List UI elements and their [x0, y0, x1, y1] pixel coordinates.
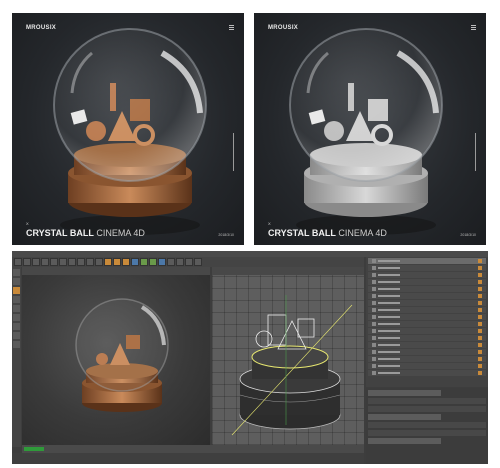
camera-icon[interactable]: [185, 258, 193, 266]
select-tool-icon[interactable]: [32, 258, 40, 266]
render-view-icon[interactable]: [104, 258, 112, 266]
texture-mode-icon[interactable]: [13, 287, 20, 294]
x-mark: X: [26, 221, 29, 226]
object-row[interactable]: [368, 286, 486, 292]
x-mark: X: [268, 221, 271, 226]
crystal-ball-clay-illustration: [289, 28, 443, 235]
title-bold: CRYSTAL BALL: [268, 228, 336, 238]
polygons-mode-icon[interactable]: [13, 314, 20, 321]
axis-mode-icon[interactable]: [13, 323, 20, 330]
move-tool-icon[interactable]: [41, 258, 49, 266]
object-manager: [366, 257, 488, 387]
z-axis-icon[interactable]: [86, 258, 94, 266]
object-row[interactable]: [368, 363, 486, 369]
title-light: CINEMA 4D: [338, 228, 387, 238]
light-icon[interactable]: [194, 258, 202, 266]
wireframe-scene: [231, 295, 353, 436]
attribute-field[interactable]: [368, 414, 442, 420]
workplane-icon[interactable]: [13, 341, 20, 348]
poster-date: 2018/3/10: [460, 233, 476, 237]
edges-mode-icon[interactable]: [13, 305, 20, 312]
make-editable-icon[interactable]: [13, 269, 20, 276]
timeline-progress: [24, 447, 44, 451]
crystal-ball-illustration: [53, 28, 207, 235]
attribute-manager: [366, 388, 488, 464]
object-row[interactable]: [368, 300, 486, 306]
object-row[interactable]: [368, 279, 486, 285]
subdivision-icon[interactable]: [149, 258, 157, 266]
object-row[interactable]: [368, 265, 486, 271]
poster-title: CRYSTAL BALL CINEMA 4D: [26, 228, 145, 238]
object-row[interactable]: [368, 258, 486, 264]
x-axis-icon[interactable]: [68, 258, 76, 266]
world-coord-icon[interactable]: [95, 258, 103, 266]
divider-line: [475, 133, 476, 171]
model-mode-icon[interactable]: [13, 278, 20, 285]
object-row[interactable]: [368, 307, 486, 313]
deformer-icon[interactable]: [167, 258, 175, 266]
undo-icon[interactable]: [14, 258, 22, 266]
viewport-copper-render: [75, 298, 169, 412]
pen-icon[interactable]: [140, 258, 148, 266]
attribute-field[interactable]: [368, 430, 486, 436]
poster-render-clay: MROUSIX X CRYSTAL BALL CINEMA 4D 2018/3/…: [254, 13, 486, 245]
transport-controls: [12, 453, 364, 464]
object-row[interactable]: [368, 335, 486, 341]
timeline[interactable]: [22, 445, 364, 453]
object-row[interactable]: [368, 370, 486, 376]
attribute-field[interactable]: [368, 398, 486, 404]
attribute-field[interactable]: [368, 422, 486, 428]
attribute-tab-row[interactable]: [368, 390, 442, 396]
attribute-field[interactable]: [368, 438, 442, 444]
viewport-render-header[interactable]: [22, 267, 210, 275]
object-row[interactable]: [368, 272, 486, 278]
object-row[interactable]: [368, 314, 486, 320]
title-bold: CRYSTAL BALL: [26, 228, 94, 238]
object-row[interactable]: [368, 328, 486, 334]
attribute-field[interactable]: [368, 406, 486, 412]
snap-icon[interactable]: [13, 332, 20, 339]
viewport-perspective-header[interactable]: [212, 267, 364, 275]
render-picture-icon[interactable]: [113, 258, 121, 266]
redo-icon[interactable]: [23, 258, 31, 266]
object-row[interactable]: [368, 349, 486, 355]
left-toolbar: [12, 267, 21, 447]
array-icon[interactable]: [158, 258, 166, 266]
object-row[interactable]: [368, 342, 486, 348]
scale-tool-icon[interactable]: [50, 258, 58, 266]
c4d-editor-window: [12, 251, 488, 464]
cube-icon[interactable]: [131, 258, 139, 266]
object-row[interactable]: [368, 293, 486, 299]
object-row[interactable]: [368, 356, 486, 362]
object-row[interactable]: [368, 321, 486, 327]
divider-line: [233, 133, 234, 171]
render-viewport[interactable]: [22, 275, 210, 445]
poster-date: 2018/3/10: [218, 233, 234, 237]
scene-icon[interactable]: [176, 258, 184, 266]
rotate-tool-icon[interactable]: [59, 258, 67, 266]
y-axis-icon[interactable]: [77, 258, 85, 266]
perspective-viewport[interactable]: [212, 275, 364, 445]
poster-title: CRYSTAL BALL CINEMA 4D: [268, 228, 387, 238]
main-toolbar: [12, 257, 364, 267]
render-settings-icon[interactable]: [122, 258, 130, 266]
points-mode-icon[interactable]: [13, 296, 20, 303]
poster-render-copper: MROUSIX X CRYSTAL BALL CINEMA 4D 2018/3/…: [12, 13, 244, 245]
title-light: CINEMA 4D: [96, 228, 145, 238]
